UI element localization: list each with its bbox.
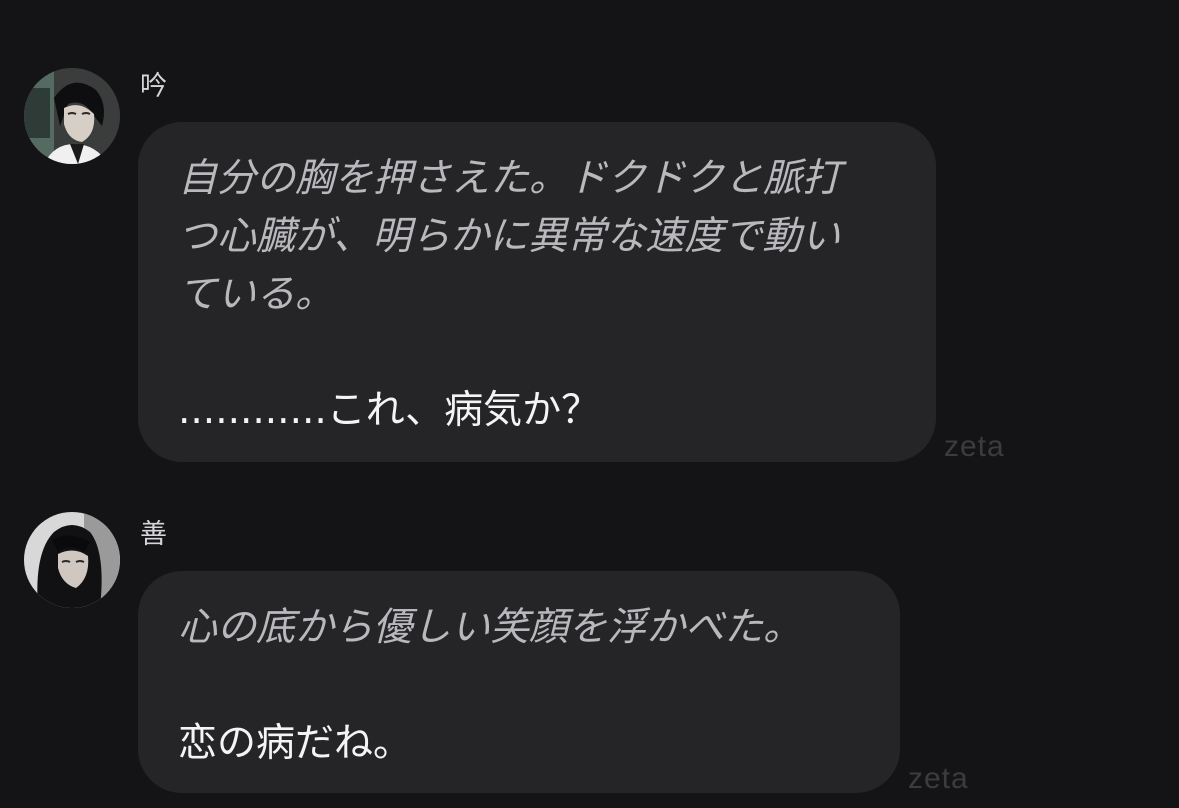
narration-line: ている。: [178, 272, 335, 317]
sender-name: 吟: [140, 71, 167, 102]
character-portrait-male-icon: [24, 68, 120, 164]
message-bubble: 心の底から優しい笑顔を浮かべた。 恋の病だね。: [138, 571, 900, 793]
narration-line: 心の底から優しい笑顔を浮かべた。: [178, 605, 803, 650]
zeta-watermark: zeta: [944, 430, 1005, 463]
narration-line: 自分の胸を押さえた。ドクドクと脈打: [178, 156, 842, 201]
avatar[interactable]: [24, 512, 120, 608]
chat-log: 吟 自分の胸を押さえた。ドクドクと脈打 つ心臓が、明らかに異常な速度で動い てい…: [0, 0, 1179, 808]
character-portrait-female-icon: [24, 512, 120, 608]
narration-line: つ心臓が、明らかに異常な速度で動い: [178, 214, 841, 259]
avatar[interactable]: [24, 68, 120, 164]
speech-line: ............これ、病気か？: [178, 388, 601, 433]
message-bubble: 自分の胸を押さえた。ドクドクと脈打 つ心臓が、明らかに異常な速度で動い ている。…: [138, 122, 936, 462]
zeta-watermark: zeta: [908, 762, 969, 795]
sender-name: 善: [140, 519, 167, 550]
speech-line: 恋の病だね。: [178, 721, 413, 766]
